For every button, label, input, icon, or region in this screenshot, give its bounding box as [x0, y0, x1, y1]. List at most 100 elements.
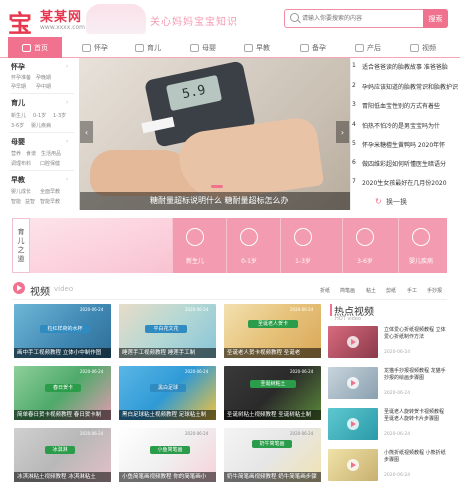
news-number: 6: [352, 159, 356, 166]
video-caption[interactable]: 睡莲手工视频教程 睡莲手工制: [119, 348, 216, 358]
banner-prev-button[interactable]: ‹: [80, 121, 93, 143]
hot-video-date: 2020-06-24: [384, 350, 411, 355]
video-caption[interactable]: 小鱼简笔画视频教程 你的简笔画小: [119, 472, 216, 482]
sidebar-link[interactable]: 全面早教: [40, 188, 60, 195]
news-item[interactable]: 2020生女孩最好在几月份2020: [362, 178, 447, 187]
banner-next-button[interactable]: ›: [336, 121, 349, 143]
news-item[interactable]: 怀孕米糖檀生黄鸭吗 2020年怀: [362, 140, 445, 149]
play-icon: [347, 336, 359, 348]
sidebar-link[interactable]: 新生儿: [11, 112, 26, 119]
sidebar-link[interactable]: 智能: [11, 198, 21, 205]
video-thumb-banner: 奶牛简笔画: [252, 440, 292, 448]
sidebar-link[interactable]: 营养: [11, 150, 21, 157]
search-icon: [290, 13, 299, 22]
nav-mother-baby[interactable]: 母婴: [190, 37, 216, 58]
video-caption[interactable]: 冰淇淋粘土视频教程 冰淇淋粘土: [14, 472, 111, 482]
refresh-icon: ↻: [375, 197, 382, 206]
video-caption[interactable]: 黑白足球粘土视频教程 足球粘土制: [119, 410, 216, 420]
video-caption[interactable]: 奶牛简笔画视频教程 奶牛简笔画步骤: [224, 472, 321, 482]
sidebar-link[interactable]: 孕中期: [36, 83, 51, 90]
video-tag[interactable]: 手工: [407, 287, 417, 294]
news-number: 4: [352, 121, 356, 128]
nav-postpartum[interactable]: 产后: [355, 37, 381, 58]
hot-video-title[interactable]: 龙猫手抄报视频教程 龙猫手抄报的绘画步骤图: [384, 368, 450, 382]
sidebar-link[interactable]: 孕早期: [11, 83, 26, 90]
stage-title: 育儿之道: [12, 218, 30, 273]
sidebar-link[interactable]: 食谱: [26, 150, 36, 157]
news-switch-button[interactable]: 换一换: [386, 197, 407, 207]
hot-video-title[interactable]: 圣诞老人旋转贺卡视频教程 圣诞老人旋转卡片步骤图: [384, 409, 450, 423]
stage-illustration: [30, 218, 172, 273]
sidebar-link[interactable]: 3-6岁: [11, 122, 24, 129]
nav-early-education[interactable]: 早教: [244, 37, 270, 58]
video-caption[interactable]: 简单春日贺卡视频教程 春日贺卡制: [14, 410, 111, 420]
news-item[interactable]: 怕热不怕冷的是男宝宝吗为什: [362, 121, 440, 130]
home-icon: [22, 43, 31, 52]
sidebar-link[interactable]: 婴儿疾病: [31, 122, 51, 129]
sidebar-link[interactable]: 益智: [25, 198, 35, 205]
video-caption[interactable]: 圣诞老人贺卡视频教程 圣诞老: [224, 348, 321, 358]
logo-mark[interactable]: 宝: [8, 4, 32, 39]
search-button[interactable]: 搜索: [423, 9, 448, 28]
sidebar-link[interactable]: 婴儿成长: [11, 188, 31, 195]
video-date: 2020-06-24: [185, 307, 209, 312]
nav-prepare-pregnancy[interactable]: 备孕: [300, 37, 326, 58]
nav-home[interactable]: 首页: [8, 37, 62, 58]
hot-section-subtitle: HOT video: [335, 316, 361, 322]
search-input[interactable]: [302, 10, 420, 27]
video-tag[interactable]: 粘土: [366, 287, 376, 294]
news-item[interactable]: 做四维彩超如何听懂医生暗语分: [362, 159, 446, 168]
video-date: 2020-06-24: [290, 369, 314, 374]
mother-baby-icon: [190, 43, 199, 52]
logo-name[interactable]: 某某网: [40, 6, 82, 25]
sidebar-link[interactable]: 口腔保健: [40, 160, 60, 167]
chevron-right-icon: ›: [66, 99, 69, 106]
sidebar-link[interactable]: 智能早教: [40, 198, 60, 205]
news-number: 7: [352, 178, 356, 185]
logo-url: www.xxxx.com: [40, 24, 86, 31]
hot-video-date: 2020-06-24: [384, 473, 411, 478]
sidebar-link[interactable]: 调理布料: [11, 160, 31, 167]
play-icon: [347, 459, 359, 471]
stage-label: 新生儿: [185, 258, 204, 265]
hot-video-title[interactable]: 立体爱心折纸视频教程 立体爱心折纸制作方法: [384, 327, 450, 341]
nav-pregnancy[interactable]: 怀孕: [82, 37, 108, 58]
play-icon: [347, 377, 359, 389]
sidebar-title-parenting[interactable]: 育儿: [11, 98, 25, 108]
postpartum-icon: [355, 43, 364, 52]
nav-video[interactable]: 视频: [410, 37, 436, 58]
nav-parenting[interactable]: 育儿: [135, 37, 161, 58]
video-date: 2020-06-24: [80, 307, 104, 312]
sidebar-link[interactable]: 0-1岁: [33, 112, 46, 119]
video-thumb-banner: 春日贺卡: [45, 384, 81, 392]
divider: [12, 299, 447, 300]
kids-illustration: [86, 4, 146, 34]
news-number: 1: [352, 62, 356, 69]
sidebar-link[interactable]: 怀孕准备: [11, 74, 31, 81]
video-caption[interactable]: 画中手工视频教程 立体小中制作图: [14, 348, 111, 358]
sidebar-title-early-education[interactable]: 早教: [11, 175, 25, 185]
sidebar-link[interactable]: 生活用品: [41, 150, 61, 157]
video-tag[interactable]: 剪纸: [386, 287, 396, 294]
video-tag[interactable]: 折纸: [320, 287, 330, 294]
video-tag[interactable]: 简笔画: [340, 287, 355, 294]
banner-caption[interactable]: 糖耐量超标说明什么 糖耐量超标怎么办: [150, 195, 289, 206]
sidebar-title-mother-baby[interactable]: 母婴: [11, 137, 25, 147]
carousel-indicator[interactable]: [211, 185, 223, 188]
video-caption[interactable]: 圣诞树粘土视频教程 圣诞树粘土制: [224, 410, 321, 420]
video-thumb-banner: 平白花文花: [145, 325, 187, 333]
news-item[interactable]: 适合爸爸读的胎教故事 准爸爸胎: [362, 62, 448, 71]
chevron-right-icon: ›: [66, 176, 69, 183]
hot-video-title[interactable]: 小熊折纸视频教程 小熊折纸步骤图: [384, 450, 450, 464]
sidebar-link[interactable]: 1-3岁: [53, 112, 66, 119]
divider: [350, 58, 351, 210]
accent-bar: [330, 304, 332, 316]
video-thumb-banner: 圣诞树粘土: [250, 380, 296, 388]
news-item[interactable]: 胃阳低血宝性别的方式有着些: [362, 101, 440, 110]
news-item[interactable]: 孕妈应该知道的胎教常识和胎教护识: [362, 82, 458, 91]
sidebar-title-pregnancy[interactable]: 怀孕: [11, 62, 25, 72]
video-tag[interactable]: 手抄报: [427, 287, 442, 294]
stage-label: 3-6岁: [357, 258, 373, 265]
pregnancy-icon: [82, 43, 91, 52]
sidebar-link[interactable]: 孕晚期: [36, 74, 51, 81]
